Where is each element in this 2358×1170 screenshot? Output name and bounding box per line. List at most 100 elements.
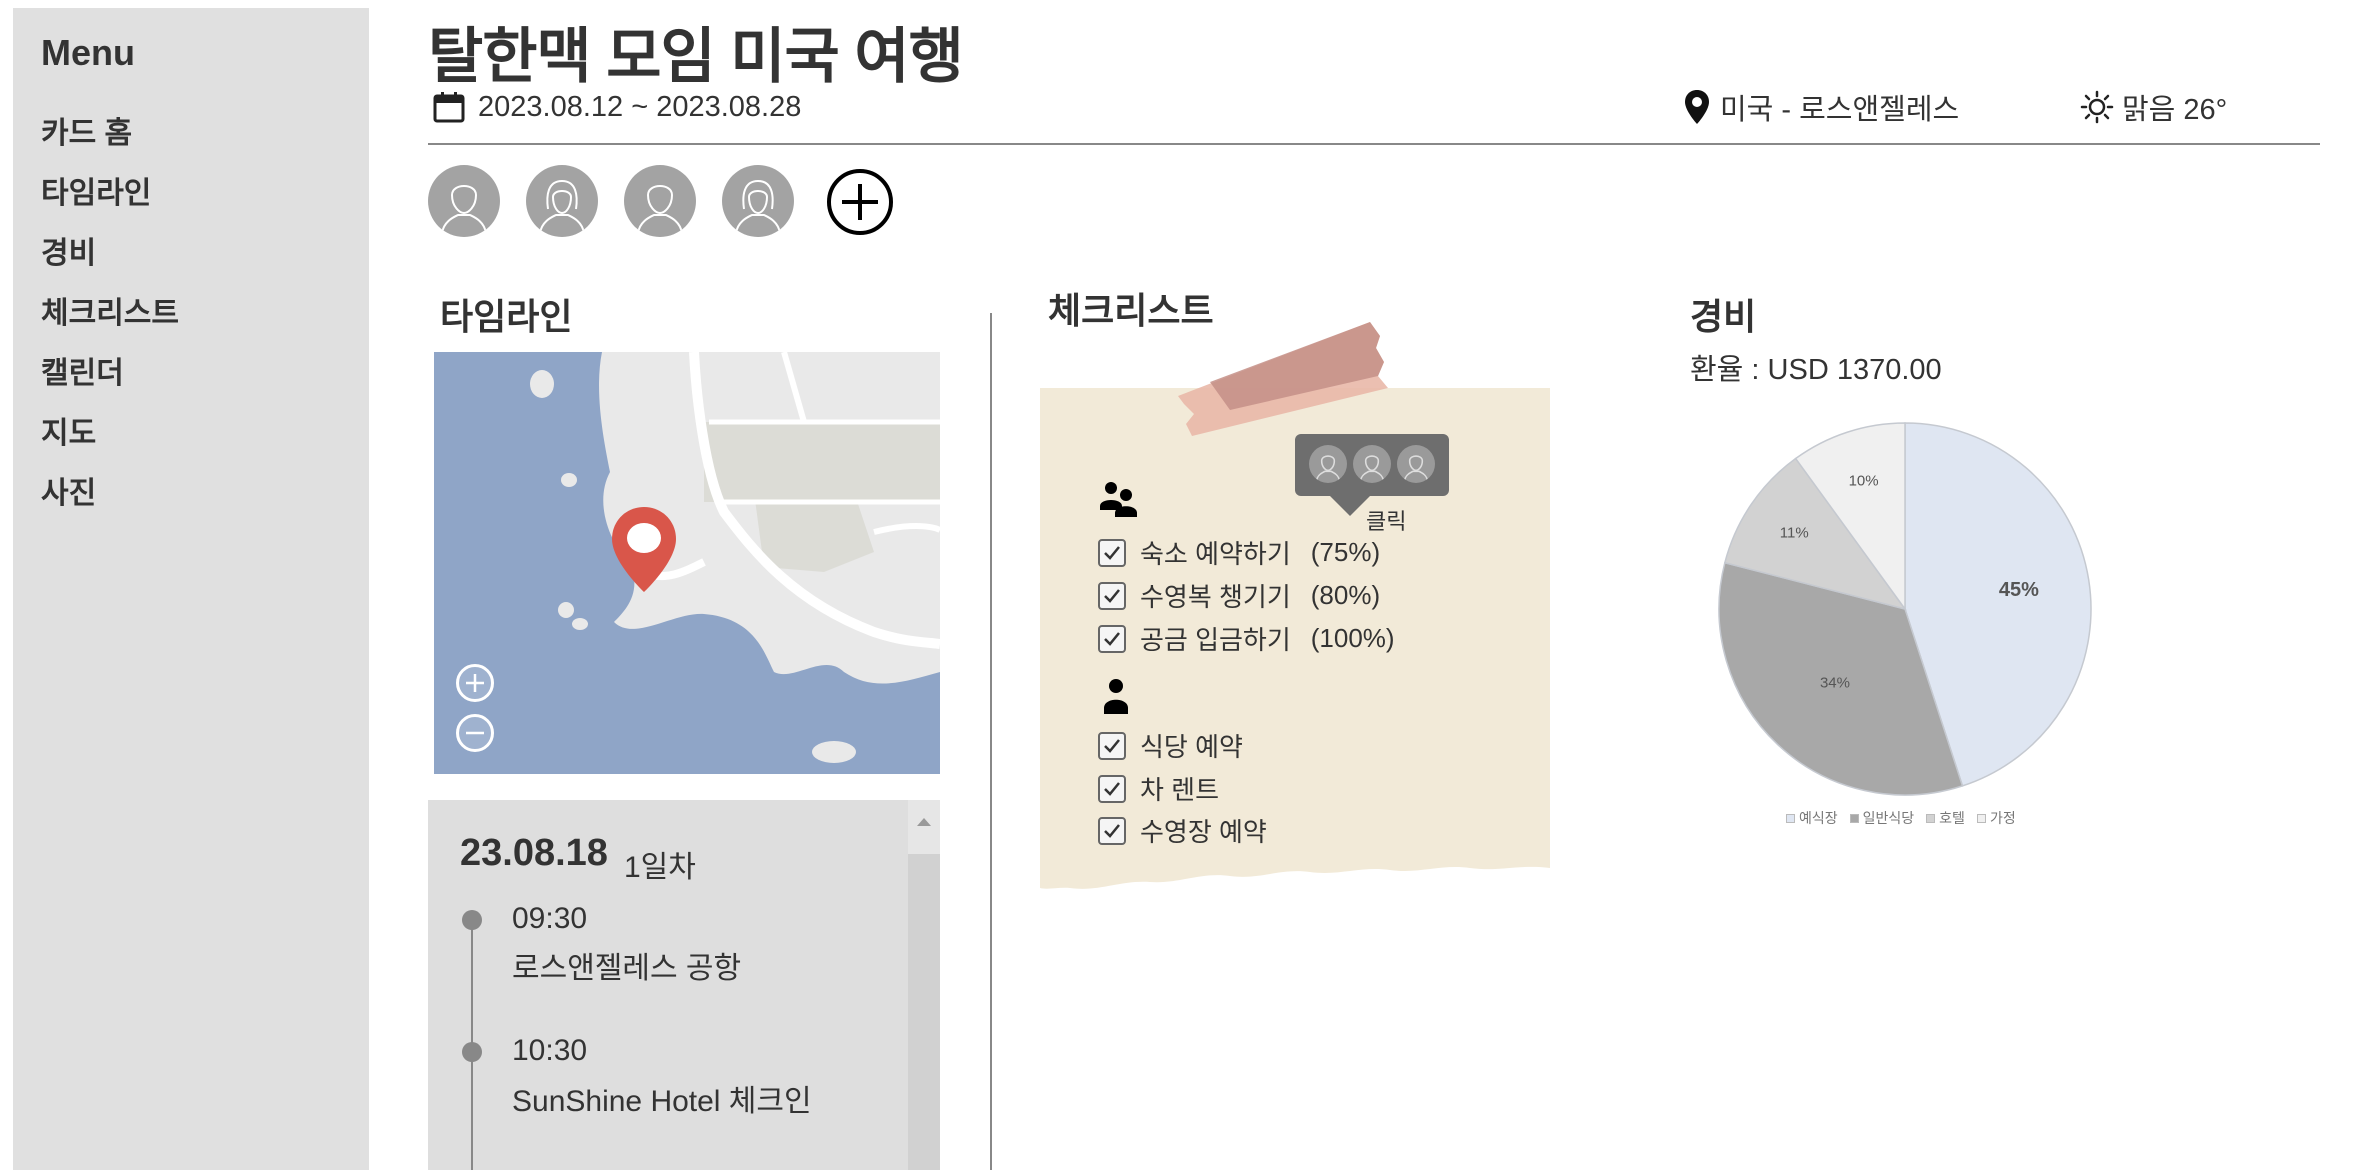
pie-value-label: 10% — [1849, 473, 1879, 490]
group-icon — [1100, 482, 1137, 517]
checklist-item-label: 식당 예약 — [1140, 732, 1243, 762]
minus-icon — [466, 731, 484, 735]
check-icon — [1104, 823, 1120, 838]
exchange-rate: 환율 : USD 1370.00 — [1690, 354, 1942, 386]
checkbox-checked[interactable] — [1098, 624, 1126, 653]
location-pin-icon — [1685, 90, 1709, 124]
check-icon — [1104, 738, 1120, 753]
scroll-up-button[interactable] — [908, 800, 940, 854]
pie-value-label: 11% — [1780, 525, 1809, 542]
plus-circle-icon[interactable] — [826, 168, 894, 236]
checklist-item[interactable]: 숙소 예약하기 (75%) — [1098, 534, 1380, 571]
sidebar-item-checklist[interactable]: 체크리스트 — [41, 288, 179, 332]
pie-legend: 예식장 일반식당 호텔 가정 — [1786, 808, 2016, 828]
checkbox-checked[interactable] — [1098, 774, 1126, 803]
weather-text: 맑음 26° — [2122, 94, 2228, 126]
checkbox-checked[interactable] — [1098, 538, 1126, 567]
check-icon — [1104, 588, 1120, 603]
location-text: 미국 - 로스앤젤레스 — [1720, 94, 1960, 126]
checklist-item[interactable]: 차 렌트 — [1098, 770, 1219, 807]
checklist-item-progress: (75%) — [1310, 537, 1381, 567]
timeline-scrollbar[interactable] — [908, 800, 940, 1170]
timeline-dot — [462, 910, 482, 930]
legend-label: 예식장 — [1799, 810, 1838, 826]
legend-item: 일반식당 — [1849, 808, 1914, 828]
event-place[interactable]: SunShine Hotel 체크인 — [512, 1076, 812, 1120]
tooltip-avatar — [1397, 445, 1435, 483]
check-icon — [1104, 545, 1120, 560]
legend-swatch — [1786, 813, 1795, 823]
checklist-item[interactable]: 수영장 예약 — [1098, 812, 1267, 849]
checklist-item-label: 차 렌트 — [1140, 775, 1219, 805]
member-avatar[interactable] — [428, 165, 500, 237]
menu-title: Menu — [41, 32, 135, 73]
avatar-icon — [1403, 455, 1429, 482]
checklist-item[interactable]: 공금 입금하기 (100%) — [1098, 620, 1395, 657]
plus-icon — [466, 674, 484, 692]
checklist-item-progress: (80%) — [1310, 580, 1381, 610]
legend-swatch — [1976, 813, 1986, 823]
tooltip-avatar — [1309, 445, 1347, 483]
legend-label: 호텔 — [1939, 810, 1965, 826]
check-icon — [1104, 631, 1120, 646]
legend-item: 가정 — [1976, 808, 2016, 828]
avatar-icon — [1315, 455, 1341, 482]
pie-value-label: 34% — [1820, 675, 1850, 692]
event-time: 09:30 — [512, 902, 588, 935]
female-avatar-icon — [539, 179, 585, 234]
event-place[interactable]: 로스앤젤레스 공항 — [512, 943, 741, 987]
female-avatar-icon — [735, 179, 781, 234]
sidebar-item-expense[interactable]: 경비 — [41, 228, 96, 272]
checkbox-checked[interactable] — [1098, 731, 1126, 760]
sidebar-item-map[interactable]: 지도 — [41, 408, 96, 452]
triangle-up-icon — [917, 818, 931, 826]
avatar-icon — [1359, 455, 1385, 482]
section-divider — [990, 313, 992, 1170]
checklist-item[interactable]: 수영복 챙기기 (80%) — [1098, 577, 1380, 614]
timeline-panel[interactable]: 23.08.18 1일차 09:30 로스앤젤레스 공항 10:30 SunSh… — [428, 800, 940, 1170]
sidebar-item-calendar[interactable]: 캘린더 — [41, 348, 124, 392]
zoom-in-button[interactable] — [456, 664, 494, 702]
checkbox-checked[interactable] — [1098, 581, 1126, 610]
sidebar-item-photos[interactable]: 사진 — [41, 468, 96, 512]
member-avatar[interactable] — [722, 165, 794, 237]
legend-item: 호텔 — [1926, 808, 1965, 828]
checklist-item[interactable]: 식당 예약 — [1098, 727, 1243, 764]
male-avatar-icon — [637, 185, 683, 234]
checklist-item-label: 수영장 예약 — [1140, 817, 1267, 847]
timeline-title: 타임라인 — [440, 296, 573, 337]
assignee-tooltip[interactable] — [1295, 434, 1449, 496]
timeline-date: 23.08.18 — [460, 832, 608, 874]
map-image — [434, 352, 940, 774]
checklist-item-label: 공금 입금하기 — [1140, 625, 1291, 655]
sidebar-item-timeline[interactable]: 타임라인 — [41, 168, 151, 212]
trip-dates: 2023.08.12 ~ 2023.08.28 — [432, 90, 801, 124]
pie-value-label: 45% — [1999, 579, 2039, 601]
member-avatar[interactable] — [526, 165, 598, 237]
member-avatar[interactable] — [624, 165, 696, 237]
map[interactable] — [434, 352, 940, 774]
checkbox-checked[interactable] — [1098, 816, 1126, 845]
male-avatar-icon — [441, 185, 487, 234]
tape-decoration — [1178, 322, 1388, 436]
check-icon — [1104, 781, 1120, 796]
sun-icon — [2080, 90, 2114, 124]
legend-swatch — [1849, 813, 1859, 823]
click-label: 클릭 — [1366, 509, 1407, 534]
trip-weather: 맑음 26° — [2080, 86, 2227, 128]
trip-location: 미국 - 로스앤젤레스 — [1684, 86, 1959, 128]
tooltip-avatar — [1353, 445, 1391, 483]
timeline-day: 1일차 — [624, 851, 696, 884]
sidebar-item-card-home[interactable]: 카드 홈 — [41, 108, 132, 152]
calendar-icon — [433, 92, 465, 123]
date-range: 2023.08.12 ~ 2023.08.28 — [478, 90, 802, 123]
checklist-item-label: 수영복 챙기기 — [1140, 582, 1291, 612]
header-divider — [428, 143, 2320, 145]
expense-title: 경비 — [1690, 296, 1757, 337]
person-icon — [1104, 679, 1128, 714]
checklist-item-label: 숙소 예약하기 — [1140, 539, 1291, 569]
legend-swatch — [1926, 813, 1936, 823]
legend-label: 가정 — [1989, 810, 2016, 826]
trip-title: 탈한맥 모임 미국 여행 — [428, 23, 964, 90]
zoom-out-button[interactable] — [456, 714, 494, 752]
